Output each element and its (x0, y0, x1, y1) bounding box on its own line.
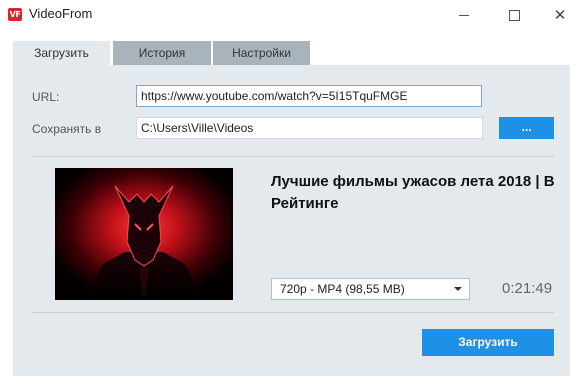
url-input[interactable]: https://www.youtube.com/watch?v=5I15TquF… (136, 85, 482, 107)
download-button[interactable]: Загрузить (422, 329, 554, 356)
tab-settings[interactable]: Настройки (213, 41, 310, 65)
save-path-input[interactable]: C:\Users\Ville\Videos (136, 117, 483, 139)
app-logo-icon: VF (8, 8, 22, 21)
divider (32, 312, 554, 313)
browse-button[interactable]: ... (499, 117, 554, 139)
title-bar: VF VideoFrom ✕ (0, 0, 583, 30)
chevron-down-icon (454, 287, 462, 291)
tab-download[interactable]: Загрузить (13, 41, 110, 66)
maximize-icon (508, 9, 520, 21)
video-title: Лучшие фильмы ужасов лета 2018 | В Рейти… (271, 173, 555, 212)
close-button[interactable]: ✕ (537, 0, 583, 30)
window-title: VideoFrom (29, 6, 93, 21)
url-label: URL: (32, 90, 60, 104)
video-thumbnail (55, 168, 233, 300)
close-icon: ✕ (553, 5, 567, 24)
tab-history[interactable]: История (113, 41, 211, 65)
quality-selected-value: 720p - MP4 (98,55 MB) (280, 282, 405, 296)
quality-select[interactable]: 720p - MP4 (98,55 MB) (271, 278, 470, 300)
divider (32, 156, 554, 157)
save-location-label: Сохранять в (32, 122, 102, 136)
minimize-button[interactable] (441, 0, 487, 30)
download-panel: URL: https://www.youtube.com/watch?v=5I1… (13, 65, 570, 376)
maximize-button[interactable] (491, 0, 537, 30)
thumbnail-image (55, 168, 233, 300)
video-duration: 0:21:49 (502, 280, 553, 297)
minimize-icon (459, 14, 469, 16)
